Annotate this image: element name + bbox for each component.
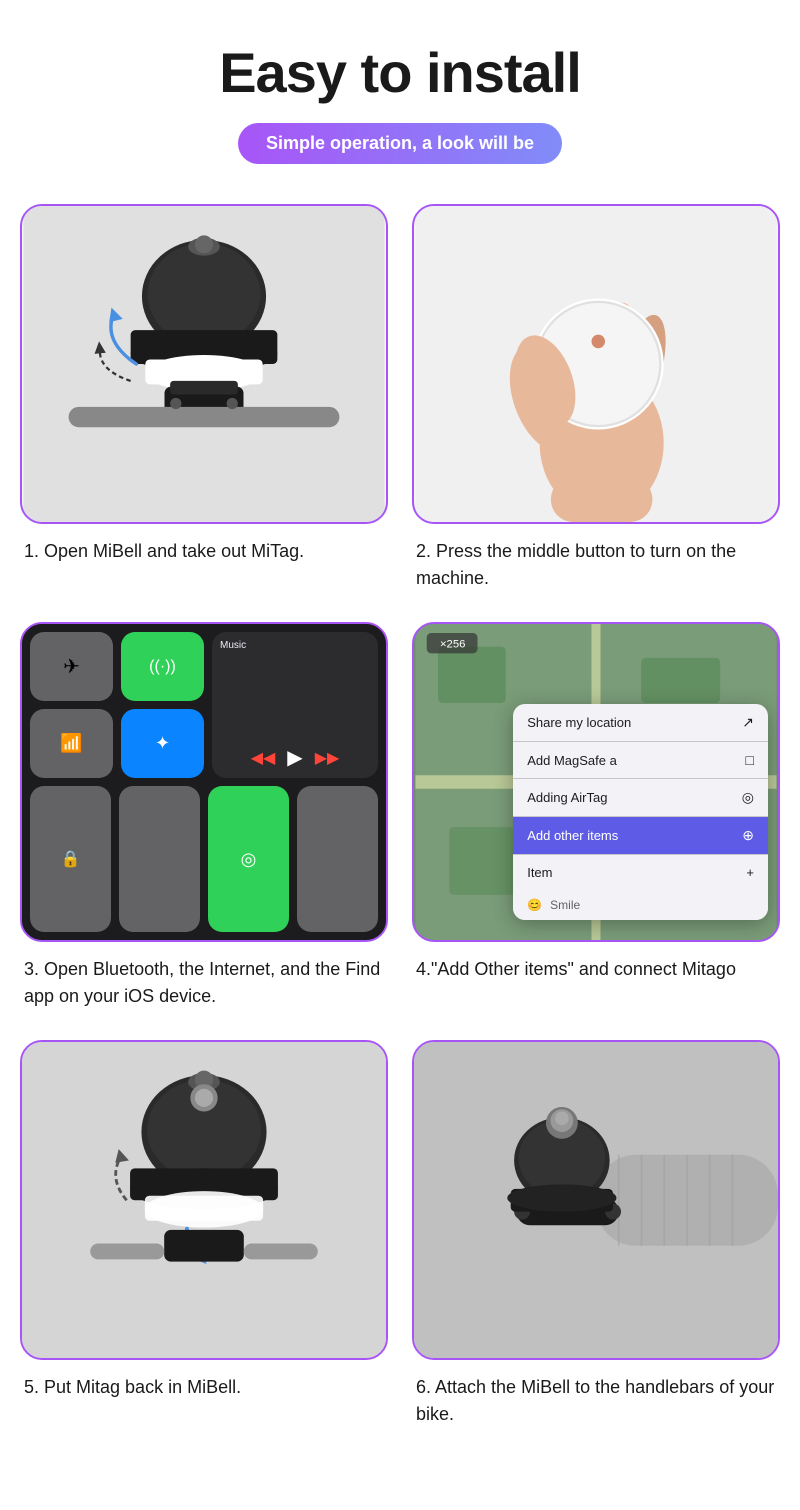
smile-emoji: 😊 — [527, 898, 542, 912]
share-location-icon: ↗ — [742, 714, 754, 731]
smile-label: Smile — [550, 898, 580, 912]
step1-illustration — [22, 206, 386, 522]
add-other-icon: ⊕ — [742, 827, 754, 844]
step-4-image: ×256 S301 Share my location ↗ Add MagSaf… — [412, 622, 780, 942]
step-2-image — [412, 204, 780, 524]
step-2: 2. Press the middle button to turn on th… — [412, 204, 780, 592]
step-1-caption: 1. Open MiBell and take out MiTag. — [20, 538, 308, 565]
magsafe-icon: □ — [746, 752, 754, 768]
magsafe-label: Add MagSafe a — [527, 753, 617, 768]
cc-play-icon: ▶ — [287, 745, 302, 770]
add-other-label: Add other items — [527, 828, 618, 843]
find-menu-add-other[interactable]: Add other items ⊕ — [513, 817, 768, 855]
find-menu-airtag: Adding AirTag ◎ — [513, 779, 768, 817]
step-1-image — [20, 204, 388, 524]
item-plus-icon: + — [746, 865, 754, 880]
step-6-image — [412, 1040, 780, 1360]
cc-airplane-btn: ✈ — [30, 632, 113, 701]
find-menu-share-location: Share my location ↗ — [513, 704, 768, 742]
cc-bluetooth-btn: ✦ — [121, 709, 204, 778]
cc-screen-lock-btn: 🔒 — [30, 786, 111, 932]
step6-illustration — [414, 1041, 778, 1360]
cc-music-player: Music ◀◀ ▶ ▶▶ — [212, 632, 378, 778]
step-5-image — [20, 1040, 388, 1360]
step-4: ×256 S301 Share my location ↗ Add MagSaf… — [412, 622, 780, 1010]
cc-prev-icon: ◀◀ — [251, 748, 276, 768]
control-center: ✈ 📶 ((·)) ✦ Music ◀◀ ▶ ▶▶ — [22, 624, 386, 940]
airtag-label: Adding AirTag — [527, 790, 607, 805]
step-6-caption: 6. Attach the MiBell to the handlebars o… — [412, 1374, 780, 1428]
step-1: 1. Open MiBell and take out MiTag. — [20, 204, 388, 592]
cc-find-btn: ◎ — [208, 786, 289, 932]
steps-grid: 1. Open MiBell and take out MiTag. — [20, 204, 780, 1428]
find-menu: Share my location ↗ Add MagSafe a □ Addi… — [513, 704, 768, 920]
step-3-caption: 3. Open Bluetooth, the Internet, and the… — [20, 956, 388, 1010]
cc-next-icon: ▶▶ — [315, 748, 340, 768]
item-label: Item — [527, 865, 552, 880]
cc-music-title: Music — [220, 640, 370, 651]
step-4-caption: 4."Add Other items" and connect Mitago — [412, 956, 740, 983]
cc-btn-2 — [119, 786, 200, 932]
find-smile-row: 😊 Smile — [513, 890, 768, 920]
step-5-caption: 5. Put Mitag back in MiBell. — [20, 1374, 245, 1401]
step-6: 6. Attach the MiBell to the handlebars o… — [412, 1040, 780, 1428]
cc-btn-4 — [297, 786, 378, 932]
svg-text:×256: ×256 — [440, 639, 465, 651]
step-5: 5. Put Mitag back in MiBell. — [20, 1040, 388, 1428]
step2-illustration — [414, 206, 778, 522]
step5-illustration — [22, 1041, 386, 1360]
step-2-caption: 2. Press the middle button to turn on th… — [412, 538, 780, 592]
page-title: Easy to install — [219, 40, 581, 105]
subtitle-badge: Simple operation, a look will be — [238, 123, 562, 164]
airtag-icon: ◎ — [742, 789, 754, 806]
find-menu-magsafe: Add MagSafe a □ — [513, 742, 768, 779]
cc-wifi-btn: 📶 — [30, 709, 113, 778]
step-3: ✈ 📶 ((·)) ✦ Music ◀◀ ▶ ▶▶ — [20, 622, 388, 1010]
find-menu-item-row: Item + — [513, 855, 768, 890]
cc-cellular-btn: ((·)) — [121, 632, 204, 701]
step-3-image: ✈ 📶 ((·)) ✦ Music ◀◀ ▶ ▶▶ — [20, 622, 388, 942]
share-location-label: Share my location — [527, 715, 631, 730]
